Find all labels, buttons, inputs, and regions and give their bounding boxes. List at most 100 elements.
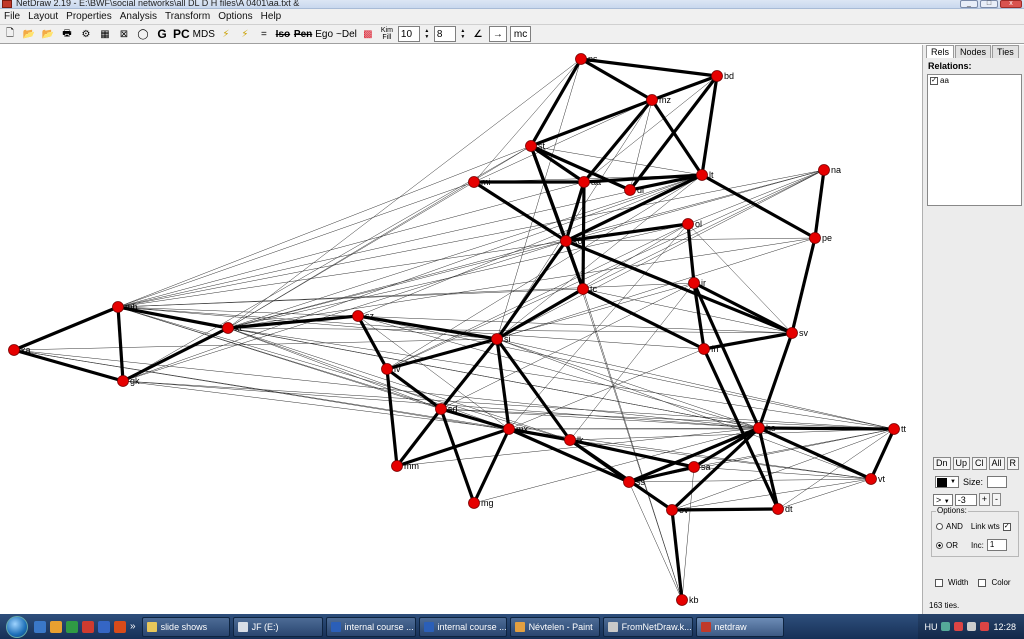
node-ov[interactable] [666, 504, 678, 516]
g-button[interactable]: G [154, 26, 170, 42]
node-fh[interactable] [698, 343, 710, 355]
tab-rels[interactable]: Rels [926, 45, 955, 58]
lightning-equal-icon[interactable]: ⚡ [237, 26, 253, 42]
node-ka[interactable] [8, 344, 20, 356]
new-file-icon[interactable]: 🗋 [2, 26, 18, 42]
quick-launch-icon[interactable] [98, 620, 110, 633]
mds-button[interactable]: MDS [193, 26, 215, 42]
node-ss[interactable] [623, 476, 635, 488]
node-na[interactable] [818, 164, 830, 176]
node-ol[interactable] [682, 218, 694, 230]
network-graph[interactable]: ps bd mz st na mi aa di lt ol pe ko tc ir sv mb sz kt si fh… [0, 45, 922, 614]
node-size-input[interactable]: 10 [397, 26, 420, 42]
node-kt[interactable] [222, 322, 234, 334]
color-option[interactable]: Color [978, 578, 1011, 587]
ego-button[interactable]: Ego [315, 26, 333, 42]
maximize-button[interactable]: □ [980, 0, 998, 8]
tray-icon[interactable] [967, 622, 977, 631]
link-wts-checkbox[interactable]: ✓ [1002, 522, 1011, 531]
taskbar-item[interactable]: netdraw [695, 616, 784, 637]
color-checkbox[interactable] [978, 578, 987, 587]
grid-icon[interactable]: ▦ [97, 26, 113, 42]
node-size-spinner-icon[interactable]: ▲ ▼ [423, 26, 431, 42]
node-aa[interactable] [578, 176, 590, 188]
node-st[interactable] [525, 140, 537, 152]
open-folder-icon[interactable]: 📂 [21, 26, 37, 42]
del-button[interactable]: ~Del [336, 26, 357, 42]
quick-launch-more[interactable]: » [130, 621, 136, 632]
node-pe[interactable] [809, 232, 821, 244]
up-button[interactable]: Up [952, 457, 971, 470]
menu-options[interactable]: Options [214, 9, 256, 24]
all-button[interactable]: All [988, 457, 1005, 470]
node-ir[interactable] [688, 277, 700, 289]
taskbar-item[interactable]: Névtelen - Paint [509, 616, 600, 637]
taskbar-item[interactable]: internal course ... [325, 616, 416, 637]
node-si[interactable] [491, 333, 503, 345]
menu-analysis[interactable]: Analysis [116, 9, 161, 24]
lightning-icon[interactable]: ⚡ [218, 26, 234, 42]
r-button[interactable]: R [1006, 457, 1020, 470]
relations-list[interactable]: ✓ aa [927, 74, 1022, 206]
quick-launch-icon[interactable] [50, 620, 62, 633]
angle-icon[interactable]: ∠ [470, 26, 486, 42]
taskbar-item[interactable]: JF (E:) [232, 616, 323, 637]
menu-help[interactable]: Help [257, 9, 286, 24]
equal-button[interactable]: = [256, 26, 272, 42]
tie-color-select[interactable]: ▼ [935, 476, 959, 488]
plus-button[interactable]: + [978, 493, 990, 506]
node-gk[interactable] [117, 375, 129, 387]
relation-item[interactable]: ✓ aa [928, 75, 1021, 86]
node-mm[interactable] [391, 460, 403, 472]
tray-icon[interactable] [980, 622, 990, 631]
label-size-spinner-icon[interactable]: ▲ ▼ [459, 26, 467, 42]
node-mb[interactable] [112, 301, 124, 313]
quick-launch-icon[interactable] [114, 620, 126, 633]
dn-button[interactable]: Dn [933, 457, 951, 470]
node-mi[interactable] [468, 176, 480, 188]
node-kb[interactable] [676, 594, 688, 606]
menu-file[interactable]: File [0, 9, 24, 24]
node-lk[interactable] [564, 434, 576, 446]
node-sa[interactable] [688, 461, 700, 473]
relation-checkbox[interactable]: ✓ [930, 76, 938, 85]
node-tt[interactable] [888, 423, 900, 435]
label-size-input[interactable]: 8 [433, 26, 456, 42]
node-dt[interactable] [772, 503, 784, 515]
quick-launch-icon[interactable] [66, 620, 78, 633]
node-di[interactable] [624, 184, 636, 196]
menu-transform[interactable]: Transform [161, 9, 214, 24]
minus-button[interactable]: - [992, 493, 1001, 506]
iso-button[interactable]: Iso [275, 26, 291, 42]
arrow-button[interactable]: → [488, 26, 507, 42]
menu-layout[interactable]: Layout [24, 9, 62, 24]
node-lt[interactable] [696, 169, 708, 181]
minimize-button[interactable]: _ [960, 0, 978, 8]
taskbar-item[interactable]: FromNetDraw.k... [602, 616, 693, 637]
layout-gear-icon[interactable]: ⚙ [78, 26, 94, 42]
open-folder-a-icon[interactable]: 📂 [40, 26, 56, 42]
node-hs[interactable] [753, 422, 765, 434]
node-tc[interactable] [577, 283, 589, 295]
or-radio[interactable] [936, 541, 943, 549]
menu-properties[interactable]: Properties [62, 9, 116, 24]
taskbar-item[interactable]: slide shows [141, 616, 230, 637]
operator-select[interactable]: > ▼ [933, 493, 953, 506]
random-layout-icon[interactable]: ⊠ [116, 26, 132, 42]
tab-nodes[interactable]: Nodes [955, 45, 992, 58]
pen-button[interactable]: Pen [294, 26, 312, 42]
width-checkbox[interactable] [935, 578, 943, 587]
inc-input[interactable]: 1 [986, 539, 1007, 551]
kim-fill-icon[interactable]: Kim Fill [379, 26, 395, 42]
node-ps[interactable] [575, 53, 587, 65]
language-indicator[interactable]: HU [924, 622, 937, 632]
threshold-input[interactable]: -3 [954, 493, 977, 506]
node-sz[interactable] [352, 310, 364, 322]
mc-button[interactable]: mc [509, 26, 532, 42]
quick-launch-icon[interactable] [34, 620, 46, 633]
start-button[interactable] [0, 614, 34, 639]
tray-icon[interactable] [941, 622, 951, 631]
color-palette-icon[interactable]: ▩ [360, 26, 376, 42]
close-button[interactable]: x [1000, 0, 1022, 8]
circle-layout-icon[interactable]: ◯ [135, 26, 151, 42]
